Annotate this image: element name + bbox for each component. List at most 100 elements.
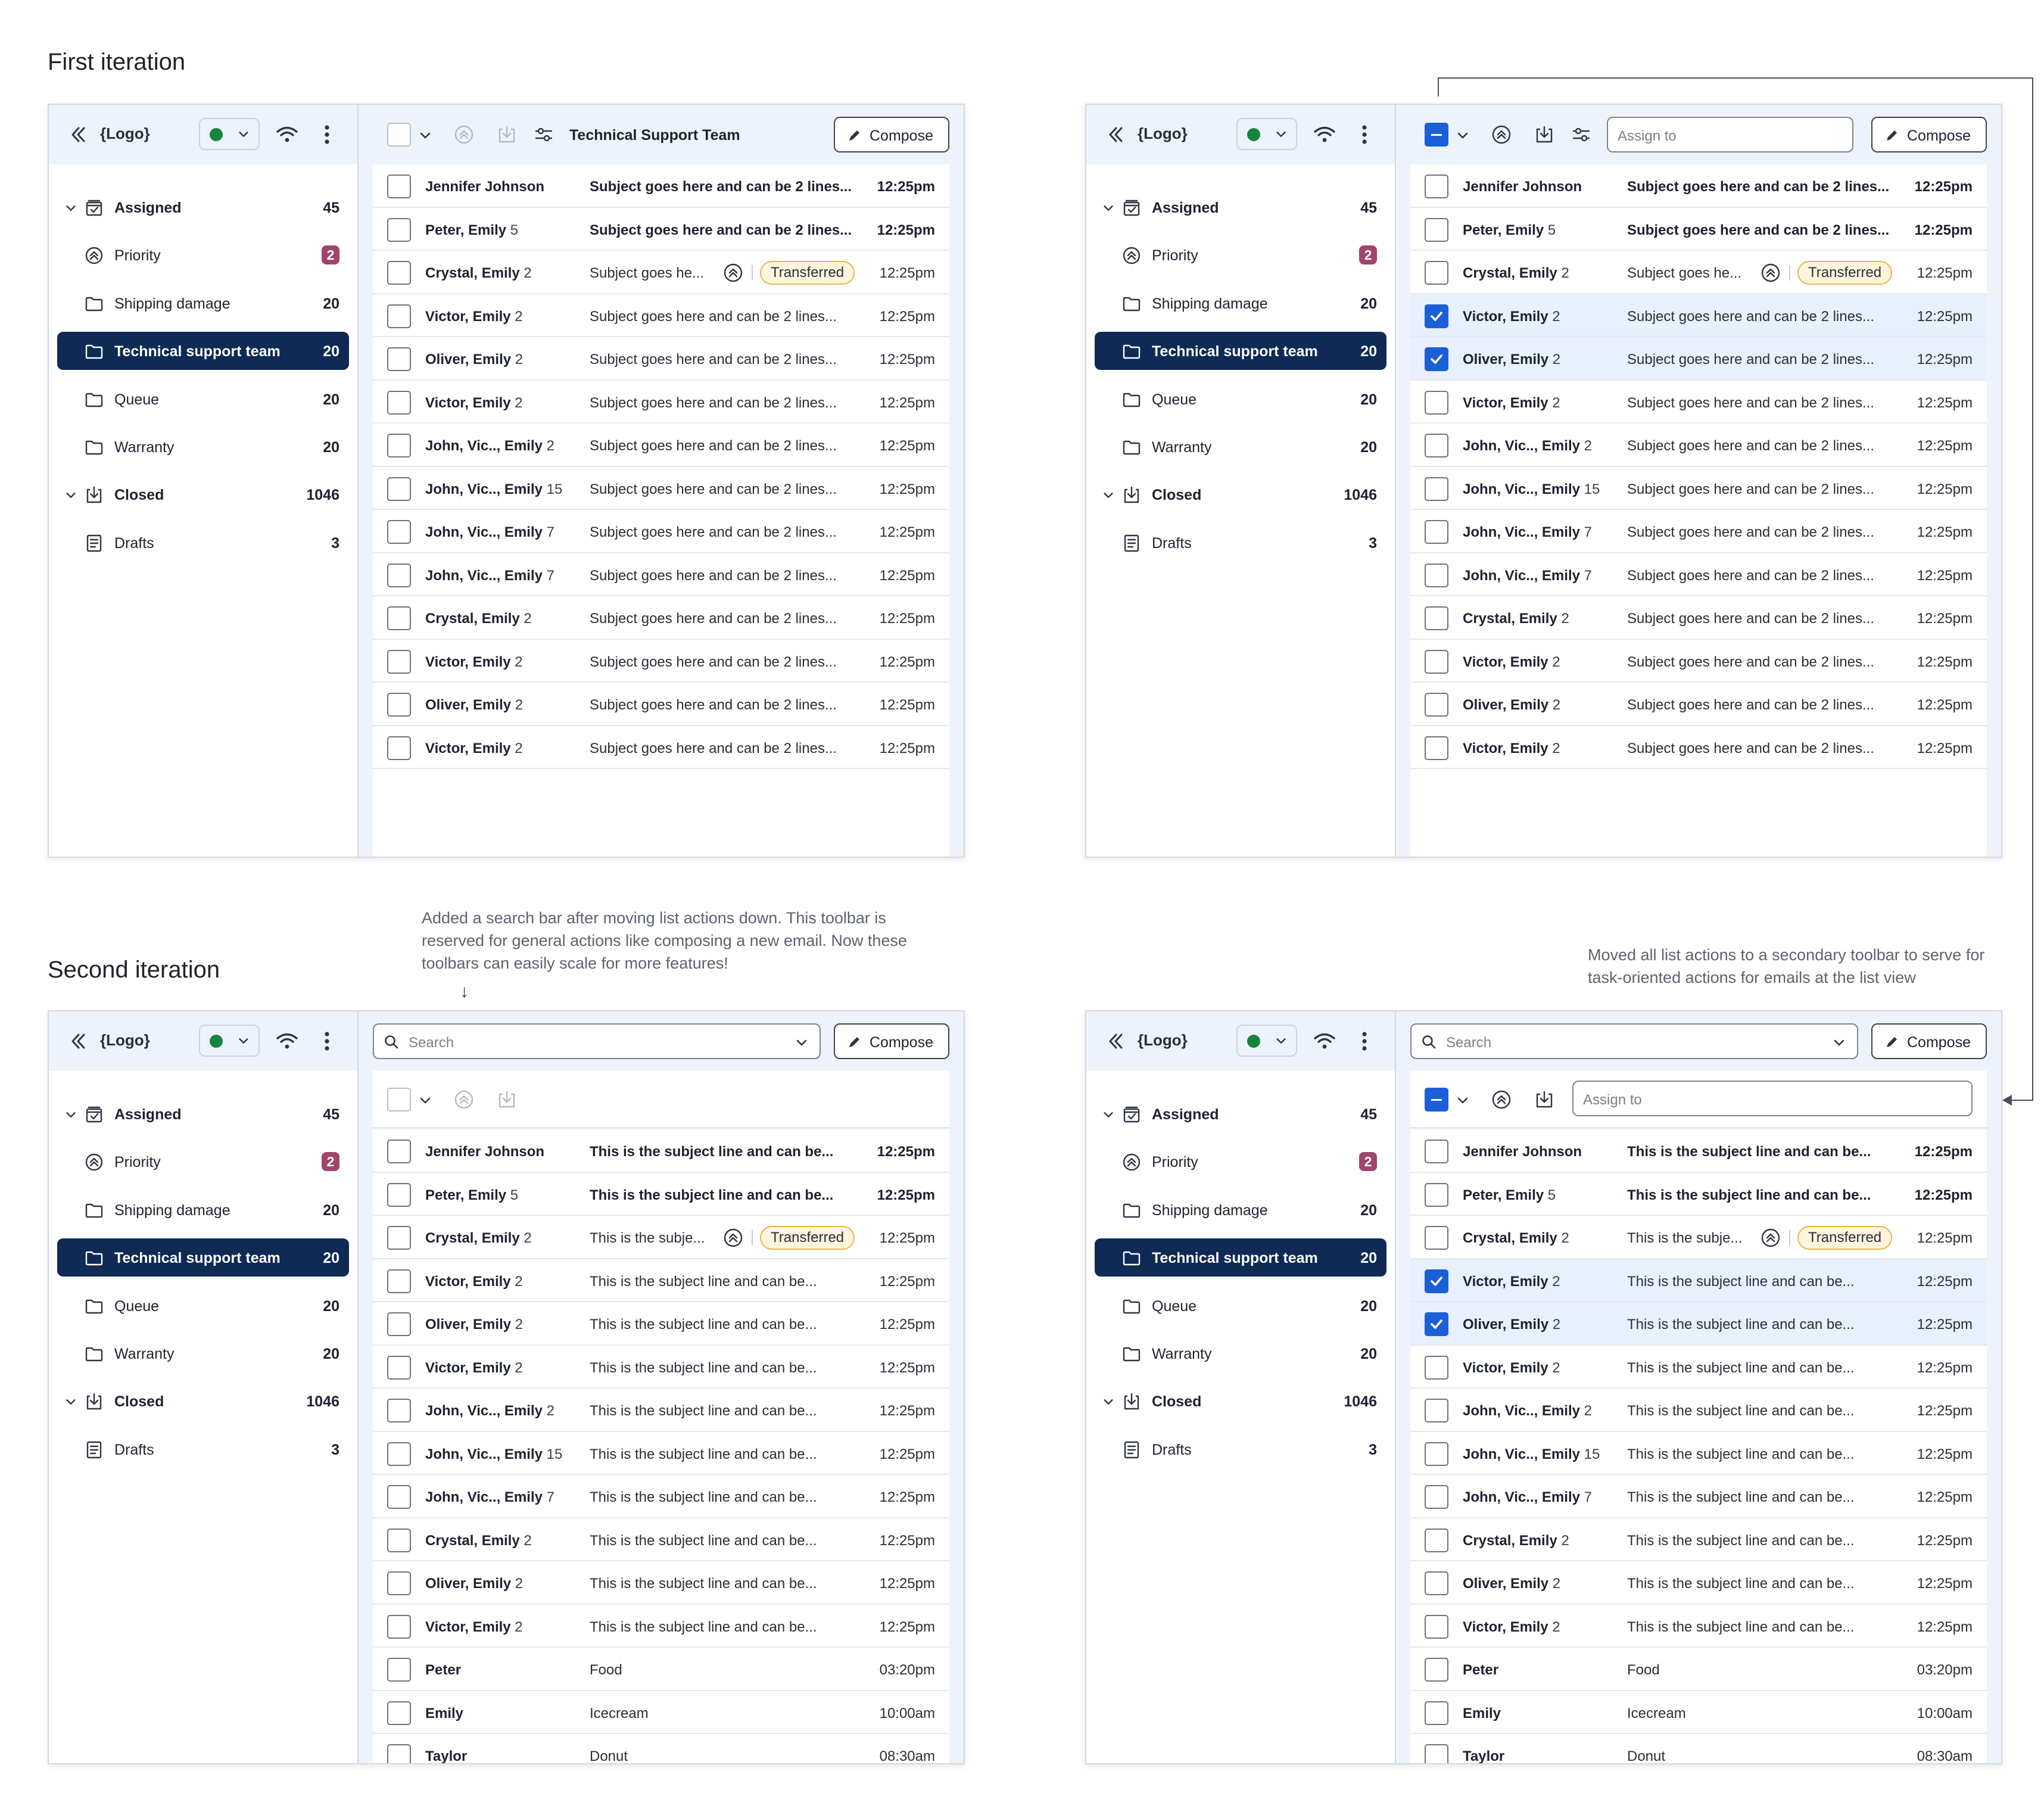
archive-action-icon[interactable] — [497, 124, 517, 145]
email-checkbox[interactable] — [387, 1658, 411, 1682]
sidebar-item-queue[interactable]: Queue 20 — [1095, 380, 1386, 418]
sidebar-item-queue[interactable]: Queue 20 — [57, 380, 349, 418]
sidebar-item-assigned[interactable]: Assigned 45 — [57, 188, 349, 226]
email-checkbox[interactable] — [387, 434, 411, 457]
email-checkbox[interactable] — [1425, 347, 1448, 371]
email-row[interactable]: Jennifer Johnson Subject goes here and ca… — [1410, 164, 1987, 208]
sidebar-item-technical-support-team[interactable]: Technical support team 20 — [1095, 1238, 1386, 1277]
assign-to-input[interactable]: Assign to — [1607, 117, 1853, 152]
chevron-down-icon[interactable] — [64, 201, 77, 214]
email-checkbox[interactable] — [387, 563, 411, 587]
wifi-icon[interactable] — [1313, 1029, 1336, 1053]
email-row[interactable]: John, Vic.., Emily 15 Subject goes here a… — [373, 466, 949, 510]
email-row[interactable]: John, Vic.., Emily 7 Subject goes here an… — [373, 510, 949, 553]
email-checkbox[interactable] — [387, 606, 411, 630]
sidebar-item-shipping-damage[interactable]: Shipping damage 20 — [57, 284, 349, 322]
email-checkbox[interactable] — [387, 1140, 411, 1163]
sidebar-item-closed[interactable]: Closed 1046 — [1095, 1382, 1386, 1420]
email-checkbox[interactable] — [387, 1355, 411, 1380]
sidebar-item-shipping-damage[interactable]: Shipping damage 20 — [1095, 284, 1386, 322]
sidebar-item-drafts[interactable]: Drafts 3 — [57, 1430, 349, 1468]
more-options-icon[interactable] — [318, 123, 336, 147]
email-row[interactable]: Peter Food 03:20pm — [1410, 1648, 1987, 1691]
email-checkbox[interactable] — [1425, 477, 1448, 501]
email-checkbox[interactable] — [387, 175, 411, 198]
email-row[interactable]: Victor, Emily 2 This is the subject line … — [373, 1259, 949, 1302]
email-checkbox[interactable] — [387, 1226, 411, 1250]
email-checkbox[interactable] — [387, 390, 411, 415]
select-menu-chevron-icon[interactable] — [418, 1093, 432, 1107]
email-checkbox[interactable] — [1425, 1312, 1448, 1336]
email-row[interactable]: Jennifer Johnson Subject goes here and ca… — [373, 164, 949, 208]
compose-button[interactable]: Compose — [1871, 1023, 1987, 1059]
email-row[interactable]: John, Vic.., Emily 2 Subject goes here an… — [1410, 424, 1987, 467]
sidebar-item-shipping-damage[interactable]: Shipping damage 20 — [1095, 1191, 1386, 1229]
email-checkbox[interactable] — [1425, 1399, 1448, 1422]
email-checkbox[interactable] — [1425, 1528, 1448, 1552]
sidebar-item-technical-support-team[interactable]: Technical support team 20 — [1095, 332, 1386, 370]
sidebar-item-drafts[interactable]: Drafts 3 — [1095, 524, 1386, 562]
sidebar-item-warranty[interactable]: Warranty 20 — [1095, 428, 1386, 466]
chevron-down-icon[interactable] — [1102, 1395, 1115, 1408]
chevron-down-icon[interactable] — [64, 1108, 77, 1121]
search-dropdown-chevron-icon[interactable] — [794, 1035, 809, 1050]
mark-priority-icon[interactable] — [454, 124, 474, 145]
email-checkbox[interactable] — [1425, 736, 1448, 760]
search-dropdown-chevron-icon[interactable] — [1832, 1035, 1846, 1050]
sidebar-item-warranty[interactable]: Warranty 20 — [57, 1334, 349, 1372]
email-row[interactable]: Victor, Emily 2 Subject goes here and can… — [373, 726, 949, 769]
email-row[interactable]: Crystal, Emily 2 This is the subje... Tran… — [1410, 1216, 1987, 1259]
sidebar-item-closed[interactable]: Closed 1046 — [1095, 475, 1386, 513]
email-row[interactable]: Victor, Emily 2 This is the subject line … — [373, 1604, 949, 1648]
email-row[interactable]: Victor, Emily 2 Subject goes here and can… — [373, 294, 949, 337]
email-checkbox[interactable] — [387, 217, 411, 242]
compose-button[interactable]: Compose — [834, 117, 949, 152]
email-checkbox[interactable] — [387, 1701, 411, 1725]
chevron-down-icon[interactable] — [1102, 201, 1115, 214]
sidebar-item-technical-support-team[interactable]: Technical support team 20 — [57, 332, 349, 370]
sidebar-item-warranty[interactable]: Warranty 20 — [57, 428, 349, 466]
email-checkbox[interactable] — [1425, 1182, 1448, 1207]
sidebar-item-queue[interactable]: Queue 20 — [1095, 1287, 1386, 1325]
select-all-checkbox[interactable] — [1425, 1088, 1448, 1112]
email-checkbox[interactable] — [387, 1312, 411, 1336]
email-row[interactable]: John, Vic.., Emily 7 Subject goes here an… — [1410, 510, 1987, 553]
email-row[interactable]: Emily Icecream 10:00am — [1410, 1691, 1987, 1734]
search-input[interactable]: Search — [373, 1023, 821, 1059]
email-row[interactable]: John, Vic.., Emily 2 This is the subject … — [1410, 1389, 1987, 1432]
email-row[interactable]: Oliver, Emily 2 This is the subject line … — [373, 1561, 949, 1605]
email-checkbox[interactable] — [387, 304, 411, 328]
email-checkbox[interactable] — [387, 1182, 411, 1207]
email-row[interactable]: Oliver, Emily 2 Subject goes here and can… — [373, 683, 949, 726]
email-checkbox[interactable] — [1425, 1140, 1448, 1163]
email-row[interactable]: Oliver, Emily 2 Subject goes here and can… — [1410, 337, 1987, 381]
email-row[interactable]: Victor, Emily 2 Subject goes here and can… — [1410, 726, 1987, 769]
collapse-sidebar-icon[interactable] — [1103, 123, 1127, 147]
email-row[interactable]: Crystal, Emily 2 Subject goes he... Transf… — [373, 251, 949, 294]
filter-icon[interactable] — [1571, 124, 1591, 145]
email-checkbox[interactable] — [1425, 390, 1448, 415]
email-row[interactable]: Peter Food 03:20pm — [373, 1648, 949, 1691]
email-checkbox[interactable] — [1425, 606, 1448, 630]
email-checkbox[interactable] — [387, 1442, 411, 1466]
email-checkbox[interactable] — [387, 1269, 411, 1293]
select-menu-chevron-icon[interactable] — [1456, 1093, 1470, 1107]
status-selector[interactable] — [1236, 118, 1297, 150]
email-checkbox[interactable] — [1425, 1614, 1448, 1639]
email-row[interactable]: Peter, Emily 5 Subject goes here and can … — [1410, 207, 1987, 251]
wifi-icon[interactable] — [1313, 123, 1336, 147]
more-options-icon[interactable] — [1356, 1029, 1373, 1053]
search-input[interactable]: Search — [1410, 1023, 1858, 1059]
email-row[interactable]: Emily Icecream 10:00am — [373, 1691, 949, 1734]
mark-priority-icon[interactable] — [454, 1089, 474, 1110]
sidebar-item-drafts[interactable]: Drafts 3 — [1095, 1430, 1386, 1468]
filter-icon[interactable] — [534, 124, 554, 145]
assign-to-input[interactable]: Assign to — [1572, 1081, 1973, 1116]
email-row[interactable]: Victor, Emily 2 Subject goes here and can… — [1410, 294, 1987, 337]
sidebar-item-warranty[interactable]: Warranty 20 — [1095, 1334, 1386, 1372]
email-row[interactable]: Victor, Emily 2 This is the subject line … — [1410, 1345, 1987, 1389]
email-checkbox[interactable] — [387, 520, 411, 544]
wifi-icon[interactable] — [275, 123, 299, 147]
chevron-down-icon[interactable] — [64, 488, 77, 502]
email-checkbox[interactable] — [387, 1571, 411, 1595]
